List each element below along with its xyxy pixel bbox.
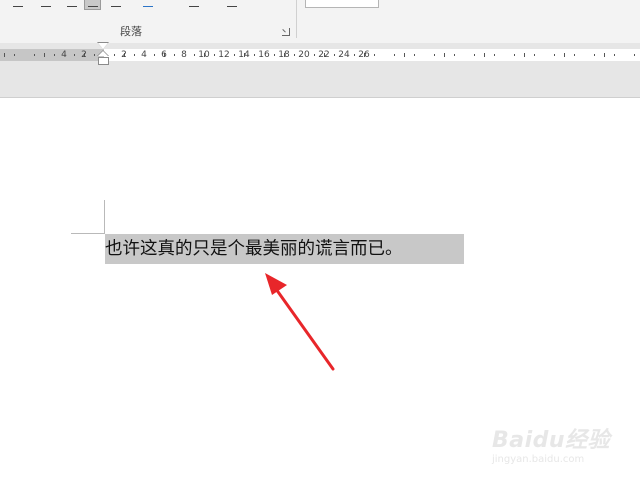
watermark-logo: Baidu经验 xyxy=(492,428,611,453)
watermark: Baidu经验 jingyan.baidu.com xyxy=(492,418,612,468)
red-arrow-annotation xyxy=(265,273,335,371)
watermark-url: jingyan.baidu.com xyxy=(492,454,585,465)
arrow-shaft xyxy=(274,287,335,371)
arrow-head xyxy=(265,273,287,295)
